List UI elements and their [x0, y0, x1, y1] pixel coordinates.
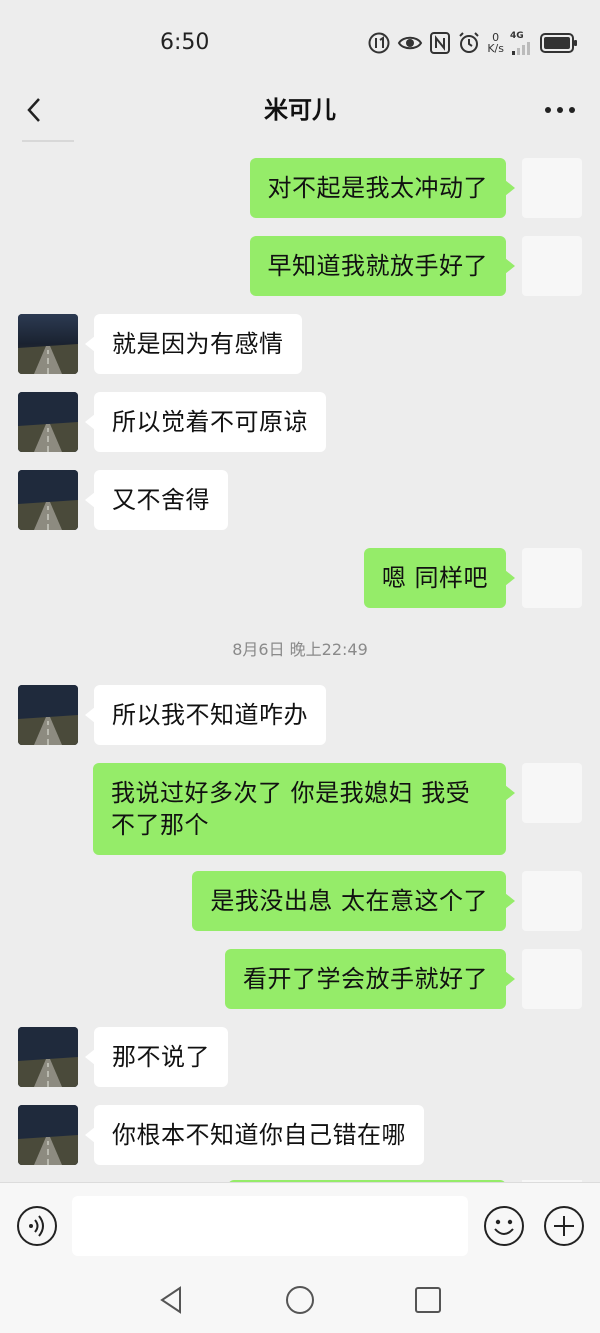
message-bubble[interactable]: 那不说了 [85, 1027, 228, 1087]
contact-avatar[interactable] [18, 470, 78, 530]
nav-home-button[interactable] [284, 1284, 316, 1316]
network-speed: 0 K/s [487, 32, 504, 54]
message-bubble[interactable]: 我说过好多次了 你是我媳妇 我受不了那个 [93, 763, 515, 855]
message-bubble[interactable]: 对不起是我太冲动了 [249, 158, 515, 218]
message-bubble[interactable]: 所以觉着不可原谅 [85, 392, 326, 452]
message-bubble[interactable]: 看开了学会放手就好了 [225, 949, 515, 1009]
emoji-button[interactable] [483, 1205, 525, 1247]
own-avatar[interactable] [522, 236, 582, 296]
nfc-icon [429, 31, 451, 55]
message-timestamp: 8月6日 晚上22:49 [232, 640, 368, 659]
eye-icon [397, 31, 423, 55]
more-button[interactable] [540, 90, 580, 130]
plus-icon [544, 1206, 584, 1246]
alarm-icon [457, 31, 481, 55]
battery-icon [540, 32, 578, 54]
status-time: 6:50 [160, 30, 210, 55]
own-avatar[interactable] [522, 763, 582, 823]
own-avatar[interactable] [522, 949, 582, 1009]
status-icons: 0 K/s 4G [367, 28, 578, 58]
signal-icon [510, 41, 534, 55]
contact-avatar[interactable] [18, 685, 78, 745]
contact-avatar[interactable] [18, 314, 78, 374]
signal-group: 4G [510, 30, 534, 55]
message-bubble[interactable]: 嗯 同样吧 [363, 548, 516, 608]
nav-back-icon [160, 1286, 181, 1314]
input-bar [0, 1182, 600, 1268]
system-nav-bar [0, 1268, 600, 1333]
own-avatar[interactable] [522, 548, 582, 608]
nav-home-icon [286, 1286, 314, 1314]
message-list[interactable]: 对不起是我太冲动了 早知道我就放手好了 就是因为有感情 所以觉着不可原谅 又不舍… [0, 140, 600, 1182]
contact-avatar[interactable] [18, 392, 78, 452]
message-bubble[interactable]: 又不舍得 [85, 470, 228, 530]
emoji-icon [484, 1206, 524, 1246]
voice-icon [17, 1206, 57, 1246]
plus-button[interactable] [543, 1205, 585, 1247]
own-avatar[interactable] [522, 158, 582, 218]
message-bubble[interactable]: 就是因为有感情 [85, 314, 302, 374]
more-dots-icon [545, 107, 575, 113]
message-input[interactable] [72, 1196, 468, 1256]
nav-back-button[interactable] [156, 1284, 188, 1316]
message-bubble[interactable]: 是我没出息 太在意这个了 [192, 871, 515, 931]
contact-avatar[interactable] [18, 1027, 78, 1087]
nav-recent-button[interactable] [412, 1284, 444, 1316]
nav-recent-icon [415, 1287, 441, 1313]
data-saver-icon [367, 31, 391, 55]
chat-header: 米可儿 [0, 80, 600, 140]
status-bar: 6:50 0 K/s 4G [0, 0, 600, 80]
net-speed-unit: K/s [487, 42, 504, 55]
contact-avatar[interactable] [18, 1105, 78, 1165]
message-bubble[interactable]: 所以我不知道咋办 [85, 685, 326, 745]
message-bubble[interactable]: 你根本不知道你自己错在哪 [85, 1105, 424, 1165]
network-type: 4G [510, 30, 524, 41]
chat-title: 米可儿 [264, 96, 336, 124]
own-avatar[interactable] [522, 871, 582, 931]
message-bubble[interactable]: 早知道我就放手好了 [249, 236, 515, 296]
voice-button[interactable] [16, 1205, 58, 1247]
